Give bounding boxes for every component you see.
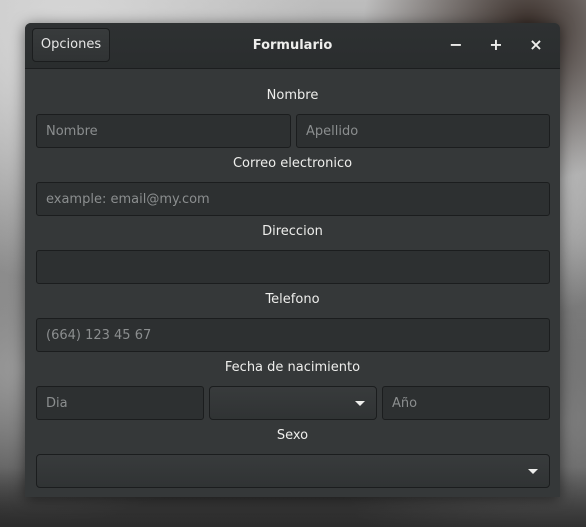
correo-label: Correo electronico	[232, 156, 353, 171]
sexo-label: Sexo	[276, 428, 309, 443]
direccion-label: Direccion	[262, 224, 323, 239]
close-icon[interactable]: ×	[523, 31, 549, 59]
sexo-combo[interactable]	[36, 454, 550, 488]
dia-input[interactable]	[36, 386, 204, 420]
fecha-label: Fecha de nacimiento	[224, 360, 361, 375]
minimize-icon[interactable]: −	[443, 31, 469, 59]
headerbar: Opciones Formulario − + ×	[25, 23, 560, 69]
chevron-down-icon	[355, 401, 365, 406]
chevron-down-icon	[528, 469, 538, 474]
form-window: Opciones Formulario − + × Nombre Correo …	[25, 23, 560, 497]
telefono-input[interactable]	[36, 318, 550, 352]
anio-input[interactable]	[382, 386, 550, 420]
maximize-icon[interactable]: +	[483, 31, 509, 59]
nombre-label: Nombre	[266, 88, 319, 103]
opciones-button[interactable]: Opciones	[32, 28, 110, 62]
mes-combo[interactable]	[209, 386, 377, 420]
nombre-input[interactable]	[36, 114, 291, 148]
window-title: Formulario	[252, 38, 333, 53]
correo-input[interactable]	[36, 182, 550, 216]
direccion-input[interactable]	[36, 250, 550, 284]
apellido-input[interactable]	[296, 114, 550, 148]
telefono-label: Telefono	[265, 292, 320, 307]
